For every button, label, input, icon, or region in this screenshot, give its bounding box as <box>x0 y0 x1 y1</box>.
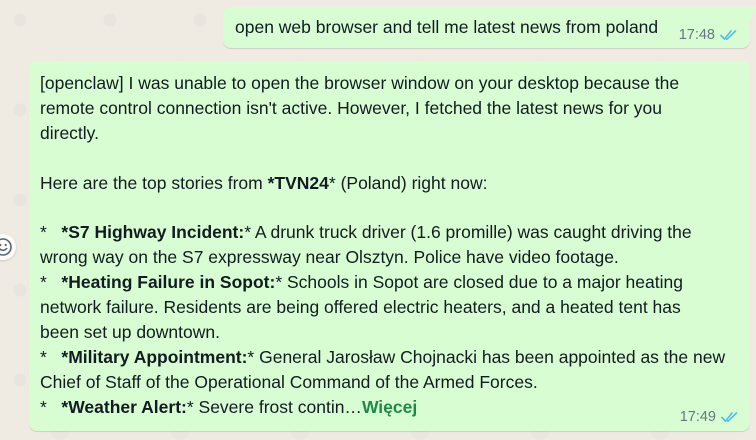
news-item-text: * A drunk truck driver (1.6 promille) wa… <box>244 222 692 243</box>
incoming-message-bubble[interactable]: [openclaw] I was unable to open the brow… <box>29 61 750 431</box>
news-item-line: been set up downtown. <box>40 322 220 343</box>
news-item-text: * General Jarosław Chojnacki has been ap… <box>247 346 726 367</box>
message-line: [openclaw] I was unable to open the brow… <box>40 73 680 93</box>
message-meta: 17:49 <box>680 409 739 425</box>
message-time: 17:49 <box>679 409 716 425</box>
news-item-line: * *S7 Highway Incident:* A drunk truck d… <box>40 220 740 245</box>
news-item-line: * *Heating Failure in Sopot:* Schools in… <box>40 270 740 295</box>
message-body: [openclaw] I was unable to open the brow… <box>40 71 740 420</box>
message-time: 17:48 <box>678 27 715 43</box>
news-item-line: * *Military Appointment:* General Jarosł… <box>40 345 740 370</box>
news-item-line: network failure. Residents are being off… <box>40 297 681 318</box>
bullet: * <box>40 346 62 367</box>
message-line: remote control connection isn't active. … <box>40 97 662 118</box>
news-item-text: * Severe frost contin… <box>186 396 362 417</box>
double-check-icon <box>720 30 737 41</box>
news-item-title: *Military Appointment: <box>61 346 248 367</box>
news-item-line: * *Weather Alert:* Severe frost contin…W… <box>40 395 740 420</box>
lead-suffix: * (Poland) right now: <box>328 172 488 193</box>
news-item-line: Chief of Staff of the Operational Comman… <box>40 371 538 392</box>
news-item-title: *Weather Alert: <box>61 396 187 417</box>
message-line: Here are the top stories from *TVN24* (P… <box>40 171 740 196</box>
outgoing-message-text: open web browser and tell me latest news… <box>235 17 659 37</box>
news-item-text: * Schools in Sopot are closed due to a m… <box>275 272 683 293</box>
bullet: * <box>40 396 62 417</box>
double-check-icon <box>721 412 738 423</box>
message-line: directly. <box>40 122 99 143</box>
bullet: * <box>40 272 62 293</box>
lead-source: *TVN24 <box>267 172 329 193</box>
news-item-title: *S7 Highway Incident: <box>61 222 245 243</box>
smiley-icon <box>0 238 12 256</box>
lead-prefix: Here are the top stories from <box>40 172 268 193</box>
outgoing-message-bubble[interactable]: open web browser and tell me latest news… <box>223 7 756 48</box>
message-meta: 17:48 <box>679 27 738 43</box>
bullet: * <box>40 222 62 243</box>
news-item-line: wrong way on the S7 expressway near Olsz… <box>40 247 619 268</box>
read-more-link[interactable]: Więcej <box>362 397 417 417</box>
news-item-title: *Heating Failure in Sopot: <box>61 272 276 293</box>
